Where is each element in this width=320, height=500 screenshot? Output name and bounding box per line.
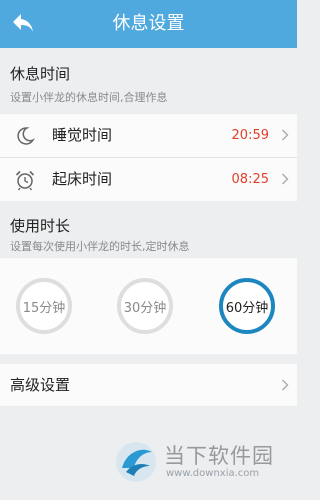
downxia-logo-icon bbox=[116, 442, 156, 482]
rest-time-title: 休息时间 bbox=[10, 65, 71, 83]
advanced-settings-label: 高级设置 bbox=[10, 376, 71, 394]
duration-option-30[interactable]: 30分钟 bbox=[117, 278, 173, 334]
advanced-settings-row[interactable]: 高级设置 bbox=[0, 364, 297, 406]
watermark-url: www.downxia.com bbox=[166, 468, 260, 479]
sleep-time-row[interactable]: 睡觉时间 20:59 bbox=[0, 114, 297, 157]
wake-time-label: 起床时间 bbox=[52, 170, 113, 188]
page-title: 休息设置 bbox=[112, 13, 185, 34]
watermark-text: 当下软件园 bbox=[164, 444, 274, 468]
sleep-time-value: 20:59 bbox=[231, 128, 269, 143]
wake-time-row[interactable]: 起床时间 08:25 bbox=[0, 158, 297, 201]
alarm-clock-icon bbox=[15, 170, 35, 191]
chevron-right-icon bbox=[282, 129, 289, 141]
usage-title: 使用时长 bbox=[10, 217, 71, 235]
duration-option-15[interactable]: 15分钟 bbox=[16, 278, 72, 334]
usage-section-header: 使用时长 设置每次使用小伴龙的时长,定时休息 bbox=[0, 201, 297, 258]
watermark: 当下软件园 www.downxia.com bbox=[112, 436, 297, 488]
duration-options: 15分钟 30分钟 60分钟 bbox=[0, 258, 297, 354]
rest-time-subtitle: 设置小伴龙的休息时间,合理作息 bbox=[10, 91, 168, 104]
moon-icon bbox=[17, 127, 35, 145]
rest-time-section-header: 休息时间 设置小伴龙的休息时间,合理作息 bbox=[0, 48, 297, 114]
usage-subtitle: 设置每次使用小伴龙的时长,定时休息 bbox=[10, 240, 190, 253]
duration-option-60[interactable]: 60分钟 bbox=[219, 278, 275, 334]
wake-time-value: 08:25 bbox=[231, 172, 269, 187]
chevron-right-icon bbox=[282, 173, 289, 185]
chevron-right-icon bbox=[282, 379, 289, 391]
sleep-time-label: 睡觉时间 bbox=[52, 126, 113, 144]
top-bar: 休息设置 bbox=[0, 0, 297, 48]
